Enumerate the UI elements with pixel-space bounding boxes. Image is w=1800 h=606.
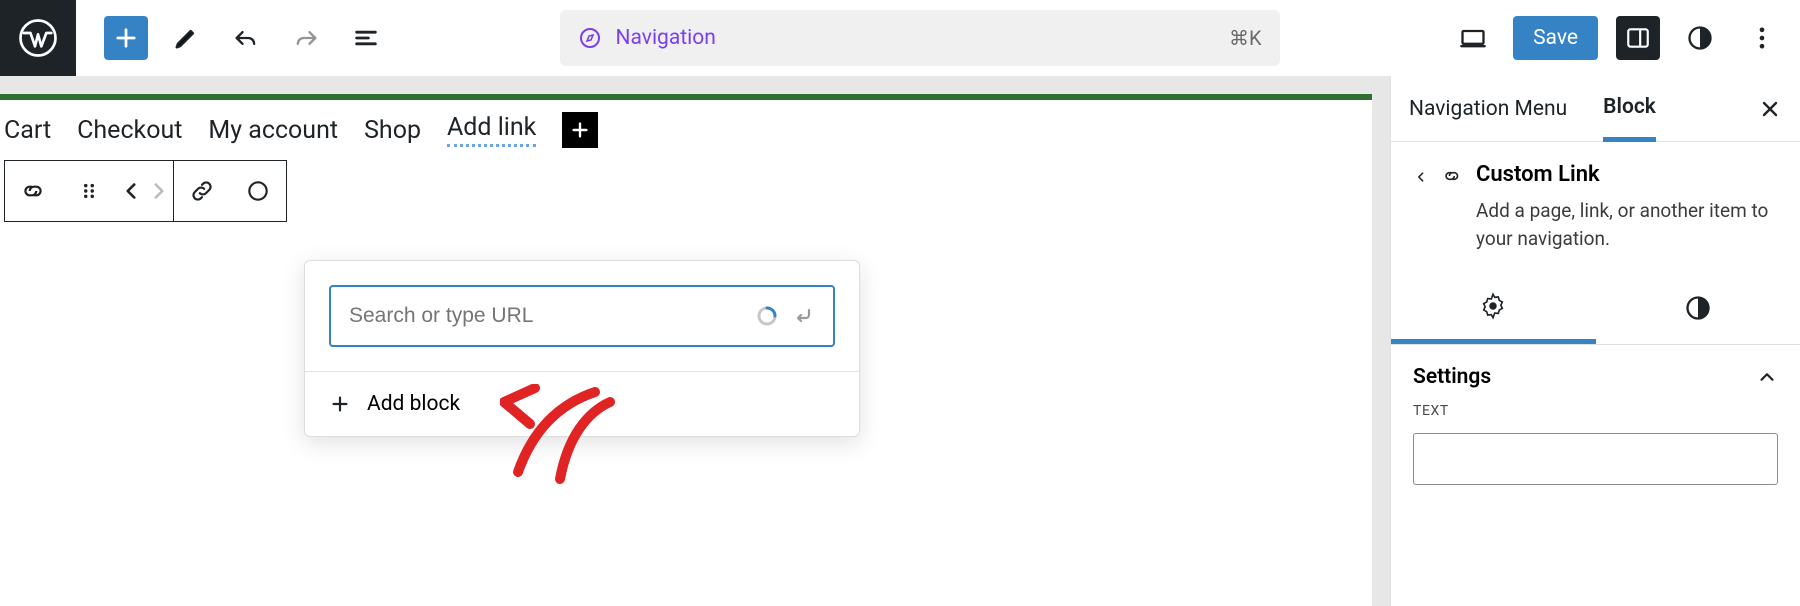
- navigation-block[interactable]: Cart Checkout My account Shop Add link: [0, 100, 1372, 154]
- desktop-icon: [1459, 24, 1487, 52]
- subtab-settings[interactable]: [1391, 272, 1596, 344]
- settings-panel-header[interactable]: Settings: [1391, 345, 1800, 399]
- custom-link-icon: [20, 178, 46, 204]
- redo-button[interactable]: [284, 16, 328, 60]
- move-buttons[interactable]: [117, 161, 173, 221]
- spinner-icon: [755, 304, 779, 328]
- tab-navigation-menu[interactable]: Navigation Menu: [1409, 97, 1567, 121]
- add-block-label: Add block: [367, 392, 460, 416]
- wordpress-logo[interactable]: [0, 0, 76, 76]
- keyboard-shortcut: ⌘K: [1229, 26, 1262, 50]
- nav-item-my-account[interactable]: My account: [208, 116, 338, 145]
- kebab-icon: [1748, 24, 1776, 52]
- chevron-left-icon: [118, 178, 144, 204]
- view-button[interactable]: [1451, 16, 1495, 60]
- nav-item-checkout[interactable]: Checkout: [77, 116, 182, 145]
- settings-panel-label: Settings: [1413, 365, 1491, 389]
- add-block-button[interactable]: Add block: [305, 372, 859, 436]
- pencil-icon: [172, 24, 200, 52]
- toolbar-center: Navigation ⌘K: [400, 10, 1439, 66]
- main-area: Cart Checkout My account Shop Add link: [0, 76, 1800, 606]
- link-button[interactable]: [174, 161, 230, 221]
- toolbar-right-group: Save: [1451, 16, 1784, 60]
- contrast-icon: [1684, 294, 1712, 322]
- sidebar-icon: [1625, 25, 1651, 51]
- block-toolbar: [4, 160, 1372, 222]
- link-popover: Add block: [304, 260, 860, 437]
- url-input[interactable]: [349, 304, 743, 328]
- text-field-label: TEXT: [1391, 399, 1800, 423]
- url-input-wrap: [329, 285, 835, 347]
- chevron-right-icon: [146, 178, 172, 204]
- inline-add-button[interactable]: [562, 112, 598, 148]
- add-block-button[interactable]: [104, 16, 148, 60]
- submenu-button[interactable]: [230, 161, 286, 221]
- top-toolbar: Navigation ⌘K Save: [0, 0, 1800, 76]
- link-icon: [189, 178, 215, 204]
- plus-icon: [569, 119, 591, 141]
- editor-canvas[interactable]: Cart Checkout My account Shop Add link: [0, 94, 1372, 606]
- nav-add-link[interactable]: Add link: [447, 113, 536, 147]
- more-options-button[interactable]: [1740, 16, 1784, 60]
- save-button[interactable]: Save: [1513, 16, 1598, 60]
- close-icon: [1758, 97, 1782, 121]
- undo-icon: [232, 24, 260, 52]
- edit-button[interactable]: [164, 16, 208, 60]
- block-type-button[interactable]: [5, 161, 61, 221]
- block-info-section: Custom Link Add a page, link, or another…: [1391, 142, 1800, 272]
- compass-icon: [578, 26, 602, 50]
- chevron-up-icon: [1756, 366, 1778, 388]
- subtab-styles[interactable]: [1596, 272, 1800, 344]
- submenu-icon: [245, 178, 271, 204]
- gear-icon: [1479, 292, 1507, 320]
- custom-link-icon: [1442, 162, 1462, 190]
- navigation-pill[interactable]: Navigation ⌘K: [560, 10, 1280, 66]
- list-view-icon: [352, 24, 380, 52]
- close-sidebar-button[interactable]: [1758, 97, 1782, 121]
- chevron-left-icon[interactable]: [1413, 166, 1428, 188]
- wordpress-icon: [18, 18, 58, 58]
- save-button-label: Save: [1533, 26, 1578, 50]
- navigation-pill-label: Navigation: [616, 26, 716, 50]
- list-view-button[interactable]: [344, 16, 388, 60]
- block-subtabs: [1391, 272, 1800, 345]
- contrast-icon: [1686, 24, 1714, 52]
- undo-button[interactable]: [224, 16, 268, 60]
- block-description: Add a page, link, or another item to you…: [1476, 197, 1778, 252]
- settings-sidebar: Navigation Menu Block Custom Link Add a …: [1390, 76, 1800, 606]
- styles-button[interactable]: [1678, 16, 1722, 60]
- nav-item-shop[interactable]: Shop: [364, 116, 421, 145]
- drag-handle[interactable]: [61, 161, 117, 221]
- plus-icon: [112, 24, 140, 52]
- redo-icon: [292, 24, 320, 52]
- settings-sidebar-toggle[interactable]: [1616, 16, 1660, 60]
- enter-icon[interactable]: [791, 304, 815, 328]
- nav-item-cart[interactable]: Cart: [4, 116, 51, 145]
- text-field-input[interactable]: [1413, 433, 1778, 485]
- tab-block[interactable]: Block: [1603, 95, 1656, 142]
- plus-icon: [329, 393, 351, 415]
- block-title: Custom Link: [1476, 162, 1778, 187]
- canvas-wrap: Cart Checkout My account Shop Add link: [0, 76, 1390, 606]
- toolbar-left-group: [88, 16, 388, 60]
- sidebar-tabs: Navigation Menu Block: [1391, 76, 1800, 142]
- drag-icon: [76, 178, 102, 204]
